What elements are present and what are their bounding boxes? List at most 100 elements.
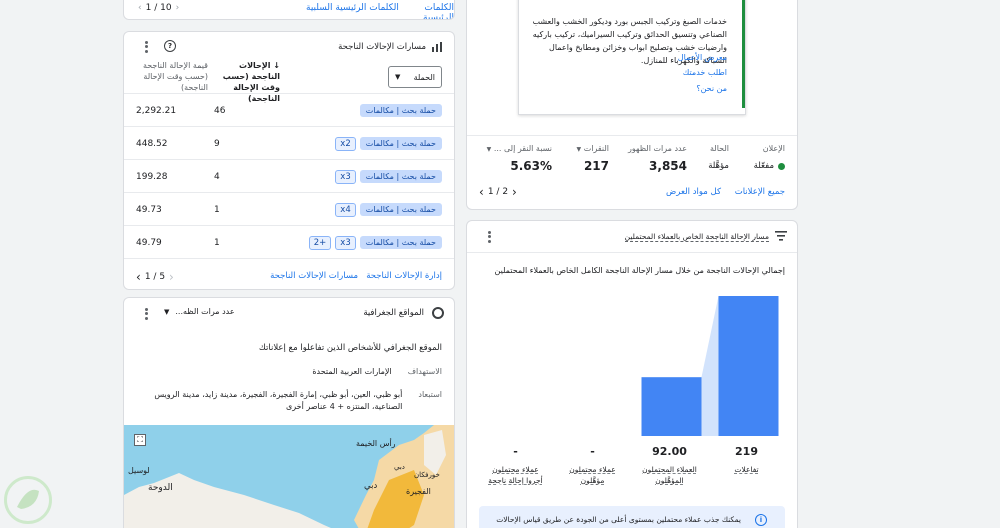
metric-ad: الإعلان مفعّلة [754,144,785,171]
funnel-category: تفاعلات [734,465,759,474]
keywords-pager[interactable]: ‹ 10 / 1 › [138,3,179,13]
metric-ctr[interactable]: نسبة النقر إلى ... ▼ 5.63% [487,144,552,173]
metric-dropdown[interactable]: عدد مرات الظه... ▼ [164,307,235,316]
chevron-left-icon[interactable]: ‹ [479,185,484,199]
leaf-icon [17,489,39,509]
value-cell: 49.79 [136,237,162,248]
all-assets-link[interactable]: كل مواد العرض [666,187,721,197]
card-header: مسار الإحالة الناجحة الخاص بالعملاء المح… [467,221,797,253]
negative-keywords-link[interactable]: الكلمات الرئيسية السلبية [306,3,399,13]
funnel-chart-title: إجمالي الإحالات الناجحة من خلال مسار الإ… [494,266,785,275]
target-value: الإمارات العربية المتحدة [312,367,392,376]
campaign-chip[interactable]: حملة بحث | مكالمات [359,203,442,216]
value-cell: 199.28 [136,171,168,182]
conversions-cell: 1 [214,237,220,248]
pager-text: 2 / 1 [487,187,509,197]
value-cell: 448.52 [136,138,168,149]
metric-label: النقرات [583,144,609,153]
metric-label: الحالة [710,144,729,153]
funnel-value: - [590,445,595,458]
bar-chart-icon [432,42,442,52]
path-cell: حملة بحث | مكالمات x2 [335,127,442,160]
metric-label: عدد مرات الظهور [628,144,687,153]
metric-value-row: مفعّلة [754,161,785,171]
card-title: المواقع الجغرافية [363,308,424,318]
metric-value: مؤهَّلة [708,161,729,171]
campaign-chip[interactable]: حملة بحث | مكالمات [359,137,442,150]
keywords-link[interactable]: الكلمات الرئيسية [398,3,454,19]
funnel-value: 219 [735,445,758,458]
all-ads-link[interactable]: جميع الإعلانات [735,187,785,197]
funnel-connector [701,296,719,436]
card-title: مسار الإحالة الناجحة الخاص بالعملاء المح… [624,232,769,242]
campaign-chip[interactable]: حملة بحث | مكالمات [359,236,442,249]
paths-table: حملة بحث | مكالمات 46 2,292.21 حملة بحث | م… [124,93,454,258]
metric-value: 3,854 [649,159,687,173]
info-icon: i [755,514,767,526]
exclude-value: أبو ظبي، العين، أبو ظبي، إمارة الفجيرة، … [154,390,403,411]
filter-label: الحملة [413,72,435,82]
table-row: حملة بحث | مكالمات x3 +2 1 49.79 [124,225,454,258]
funnel-bar[interactable] [641,377,702,436]
metric-label-row: النقرات ▼ [577,144,609,153]
repeat-badge: x4 [335,202,356,217]
map-label-dubai: دبي [364,481,378,491]
card-header: المواقع الجغرافية عدد مرات الظه... ▼ [124,298,454,328]
funnel-stage: 92.00 العملاء المحتملون المؤهَّلون [631,445,708,486]
campaign-filter[interactable]: الحملة ▼ [388,66,442,88]
map-label-dubai2: دبي [394,463,405,471]
more-vert-icon[interactable] [140,40,152,54]
funnel-chart [641,296,779,436]
ad-accent-bar [742,0,745,108]
pager-text: 5 / 1 [144,272,166,282]
metric-label: الإعلان [762,144,785,153]
conversion-paths-link[interactable]: مسارات الإحالات الناجحة [270,271,358,281]
exclude-row: استبعاد أبو ظبي، العين، أبو ظبي، إمارة ا… [136,389,442,413]
ad-preview: خدمات الصبغ وتركيب الجبس بورد وديكور الخ… [518,0,746,115]
pager-text: 10 / 1 [145,3,172,13]
dropdown-value: عدد مرات الظه... [175,307,235,316]
banner-text: يمكنك جذب عملاء محتملين بمستوى أعلى من ا… [496,515,741,524]
path-cell: حملة بحث | مكالمات x3 [335,160,442,193]
target-row: الاستهداف الإمارات العربية المتحدة [312,367,442,376]
funnel-bar[interactable] [718,296,779,436]
table-row: حملة بحث | مكالمات x4 1 49.73 [124,192,454,225]
table-row: حملة بحث | مكالمات x2 9 448.52 [124,126,454,159]
geo-heading: الموقع الجغرافي للأشخاص الذين تفاعلوا مع… [258,343,442,353]
chevron-left-icon[interactable]: ‹ [136,270,141,284]
metric-label-row: نسبة النقر إلى ... ▼ [487,144,552,153]
more-vert-icon[interactable] [483,230,495,244]
chevron-left-icon[interactable]: ‹ [176,3,180,13]
value-cell: 2,292.21 [136,105,177,116]
ad-pager[interactable]: ‹ 2 / 1 › [479,185,517,199]
more-vert-icon[interactable] [140,307,152,321]
manage-conversions-link[interactable]: إدارة الإحالات الناجحة [366,271,442,281]
map-label-usel: لوسيل [128,466,150,475]
fullscreen-icon[interactable]: ⛶ [134,434,146,446]
map-label-ras: رأس الخيمة [356,439,396,448]
ad-sitelink-2[interactable]: اطلب خدمتك [683,68,727,77]
chevron-right-icon[interactable]: › [138,3,142,13]
ad-sitelink-1[interactable]: معرض الأعمال [678,53,727,62]
metric-value: 217 [583,159,609,173]
funnel-stage: - عملاء محتملون أجروا إحالة ناجحة [477,445,554,486]
path-cell: حملة بحث | مكالمات x3 +2 [308,226,442,259]
chevron-right-icon[interactable]: › [169,270,174,284]
campaign-chip[interactable]: حملة بحث | مكالمات [359,170,442,183]
dropdown-arrow-icon: ▼ [164,307,170,316]
campaign-chip[interactable]: حملة بحث | مكالمات [359,104,442,117]
ad-metrics: الإعلان مفعّلة الحالة مؤهَّلة عدد مرات ا… [467,135,797,179]
chevron-right-icon[interactable]: › [512,185,517,199]
table-row: حملة بحث | مكالمات x3 4 199.28 [124,159,454,192]
metric-value: مفعّلة [753,161,774,171]
col-header-value[interactable]: قيمة الإحالة الناجحة (حسب وقت الإحالة ال… [138,60,208,93]
ad-sitelink-3[interactable]: من نحن؟ [696,84,727,93]
metric-clicks[interactable]: النقرات ▼ 217 [577,144,609,173]
geo-map[interactable]: ⛶ رأس الخيمة لوسيل الدوحة دبي خورفكان ال… [124,425,454,528]
card-title: مسارات الإحالات الناجحة [338,42,426,52]
card-header: مسارات الإحالات الناجحة ? [124,32,454,62]
help-icon[interactable]: ? [164,40,176,52]
funnel-stage: 219 تفاعلات [708,445,785,475]
paths-pager[interactable]: ‹ 5 / 1 › [136,270,174,284]
location-search-icon [432,307,444,319]
